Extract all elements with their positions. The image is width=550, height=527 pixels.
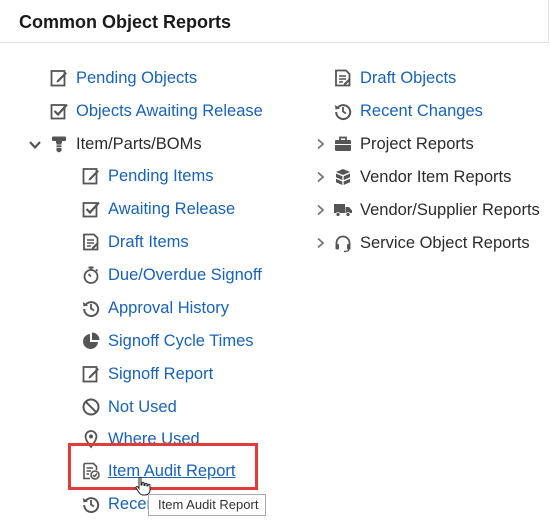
group-service-object-reports[interactable]: Service Object Reports bbox=[333, 231, 530, 255]
edit-document-icon bbox=[81, 364, 101, 384]
report-label[interactable]: Awaiting Release bbox=[108, 200, 235, 219]
report-label[interactable]: Pending Items bbox=[108, 167, 213, 186]
report-draft-objects[interactable]: Draft Objects bbox=[333, 66, 456, 90]
report-label[interactable]: Not Used bbox=[108, 398, 177, 417]
history-icon bbox=[81, 298, 101, 318]
pie-chart-icon bbox=[81, 331, 101, 351]
chevron-right-icon[interactable] bbox=[313, 203, 327, 217]
stopwatch-icon bbox=[81, 265, 101, 285]
bolt-icon bbox=[49, 134, 69, 154]
chevron-right-icon[interactable] bbox=[313, 236, 327, 250]
tooltip: Item Audit Report bbox=[148, 494, 267, 516]
report-recent-changes[interactable]: Recent Changes bbox=[333, 99, 483, 123]
group-project-reports[interactable]: Project Reports bbox=[333, 132, 474, 156]
briefcase-icon bbox=[333, 134, 353, 154]
boxes-icon bbox=[333, 167, 353, 187]
report-signoff-report[interactable]: Signoff Report bbox=[81, 362, 213, 386]
history-icon bbox=[333, 101, 353, 121]
truck-icon bbox=[333, 200, 353, 220]
draft-document-icon bbox=[333, 68, 353, 88]
report-label[interactable]: Signoff Report bbox=[108, 365, 213, 384]
page-title: Common Object Reports bbox=[19, 12, 232, 32]
report-objects-awaiting-release[interactable]: Objects Awaiting Release bbox=[49, 99, 263, 123]
report-awaiting-release[interactable]: Awaiting Release bbox=[81, 197, 235, 221]
report-signoff-cycle-times[interactable]: Signoff Cycle Times bbox=[81, 329, 254, 353]
edit-document-icon bbox=[81, 166, 101, 186]
checkbox-check-icon bbox=[49, 101, 69, 121]
report-approval-history[interactable]: Approval History bbox=[81, 296, 229, 320]
report-label[interactable]: Approval History bbox=[108, 299, 229, 318]
chevron-right-icon[interactable] bbox=[313, 137, 327, 151]
group-label: Item/Parts/BOMs bbox=[76, 134, 202, 153]
report-pending-items[interactable]: Pending Items bbox=[81, 164, 213, 188]
report-pending-objects[interactable]: Pending Objects bbox=[49, 66, 197, 90]
report-due-overdue-signoff[interactable]: Due/Overdue Signoff bbox=[81, 263, 262, 287]
group-vendor-supplier-reports[interactable]: Vendor/Supplier Reports bbox=[333, 198, 540, 222]
report-label[interactable]: Objects Awaiting Release bbox=[76, 102, 263, 121]
ban-icon bbox=[81, 397, 101, 417]
report-not-used[interactable]: Not Used bbox=[81, 395, 177, 419]
group-vendor-item-reports[interactable]: Vendor Item Reports bbox=[333, 165, 511, 189]
group-label: Project Reports bbox=[360, 134, 474, 153]
hand-pointer-icon bbox=[134, 476, 152, 496]
group-item-parts-boms[interactable]: Item/Parts/BOMs bbox=[49, 132, 202, 156]
draft-document-icon bbox=[81, 232, 101, 252]
group-label: Service Object Reports bbox=[360, 233, 530, 252]
chevron-down-icon[interactable] bbox=[28, 138, 42, 152]
report-label[interactable]: Due/Overdue Signoff bbox=[108, 266, 262, 285]
checkbox-check-icon bbox=[81, 199, 101, 219]
highlight-box bbox=[68, 443, 258, 490]
chevron-right-icon[interactable] bbox=[313, 170, 327, 184]
report-label[interactable]: Draft Objects bbox=[360, 69, 456, 88]
report-draft-items[interactable]: Draft Items bbox=[81, 230, 189, 254]
group-label: Vendor Item Reports bbox=[360, 167, 512, 186]
group-label: Vendor/Supplier Reports bbox=[360, 200, 540, 219]
report-label[interactable]: Signoff Cycle Times bbox=[108, 332, 254, 351]
history-icon bbox=[81, 494, 101, 514]
report-label[interactable]: Draft Items bbox=[108, 233, 189, 252]
edit-document-icon bbox=[49, 68, 69, 88]
headset-icon bbox=[333, 233, 353, 253]
panel-header: Common Object Reports bbox=[0, 0, 549, 43]
report-label[interactable]: Recent Changes bbox=[360, 102, 483, 121]
report-label[interactable]: Pending Objects bbox=[76, 69, 197, 88]
